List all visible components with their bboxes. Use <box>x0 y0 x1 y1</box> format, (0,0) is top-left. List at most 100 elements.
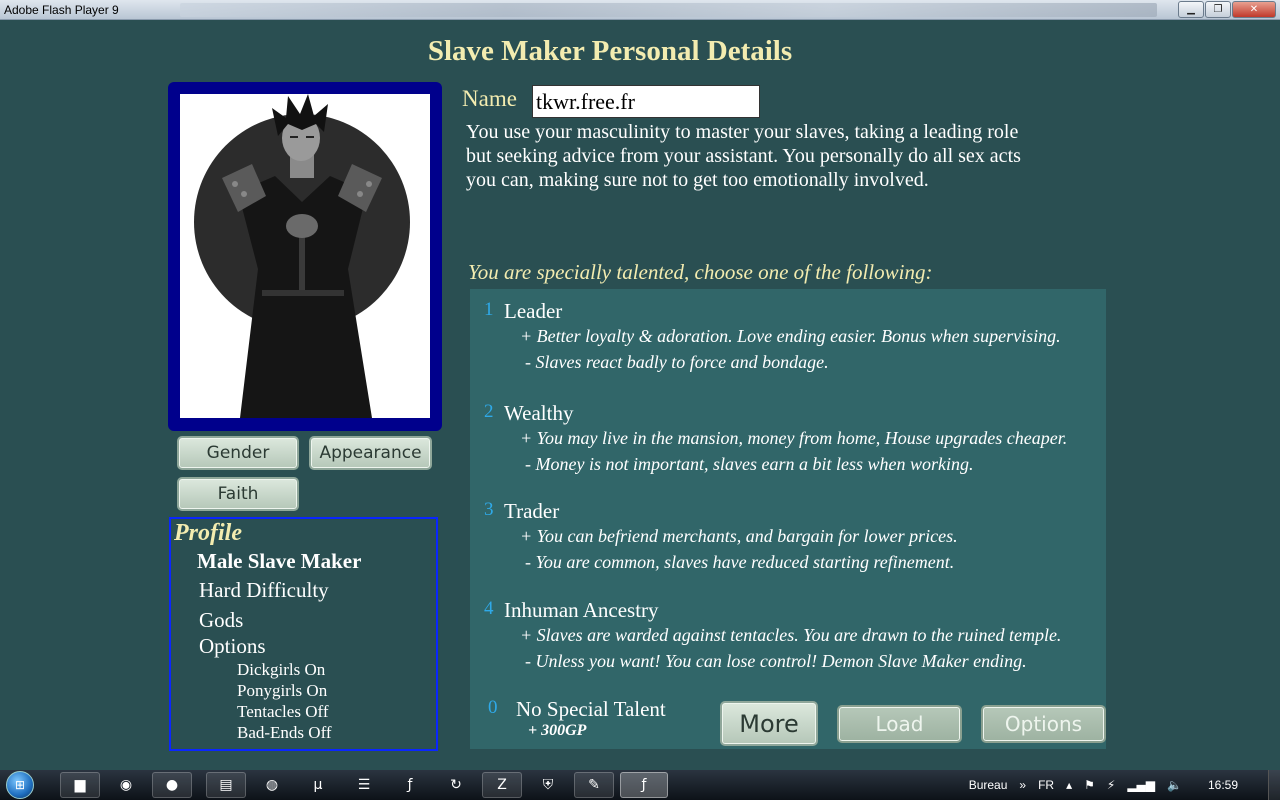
faith-button[interactable]: Faith <box>177 477 299 511</box>
folder-icon: ▆ <box>74 777 86 793</box>
window-controls: ▁ ❐ ✕ <box>1177 1 1276 18</box>
firefox-icon: ● <box>165 777 179 793</box>
talent-name: Leader <box>504 299 563 323</box>
talent-wealthy[interactable]: 2 Wealthy + You may live in the mansion,… <box>470 401 1106 481</box>
talent-number: 4 <box>484 598 494 619</box>
profile-type: Male Slave Maker <box>197 549 362 573</box>
talent-inhuman-ancestry[interactable]: 4 Inhuman Ancestry + Slaves are warded a… <box>470 598 1106 678</box>
talent-name: Wealthy <box>504 401 574 425</box>
close-icon: ✕ <box>1249 4 1259 15</box>
filezilla-icon: Z <box>497 777 507 793</box>
signal-icon[interactable]: ▂▄▆ <box>1127 778 1155 792</box>
toolbar-label[interactable]: Bureau <box>969 778 1008 792</box>
profile-gods: Gods <box>199 608 244 632</box>
profile-option-tentacles: Tentacles Off <box>237 702 329 721</box>
notepad-icon: ▤ <box>219 777 233 793</box>
window-title: Adobe Flash Player 9 <box>4 2 119 17</box>
talent-none[interactable]: 0 No Special Talent + 300GP <box>470 697 710 747</box>
taskbar-file-manager[interactable]: ☰ <box>344 772 384 798</box>
profile-option-bad-ends: Bad-Ends Off <box>237 723 332 742</box>
tray-expand-icon[interactable]: ▴ <box>1066 778 1072 792</box>
talent-bonus: + You can befriend merchants, and bargai… <box>520 526 958 546</box>
minimize-icon: ▁ <box>1187 4 1195 15</box>
taskbar-network[interactable]: ◍ <box>252 772 292 798</box>
close-button[interactable]: ✕ <box>1232 1 1276 18</box>
portrait-frame <box>168 82 442 431</box>
language-indicator[interactable]: FR <box>1038 778 1054 792</box>
taskbar-utorrent[interactable]: µ <box>298 772 338 798</box>
utorrent-icon: µ <box>313 777 323 793</box>
talent-panel: 1 Leader + Better loyalty & adoration. L… <box>470 289 1106 749</box>
talent-trader[interactable]: 3 Trader + You can befriend merchants, a… <box>470 499 1106 579</box>
taskbar: ⊞ ▆ ◉ ● ▤ ◍ µ ☰ ƒ ↻ Z ⛨ ✎ ƒ Bureau » FR … <box>0 770 1280 800</box>
shield-icon: ⛨ <box>542 777 554 793</box>
more-button[interactable]: More <box>720 701 818 746</box>
talent-bonus: + Slaves are warded against tentacles. Y… <box>520 625 1062 645</box>
paint-icon: ✎ <box>588 777 600 793</box>
title-bar-tabs <box>180 2 1157 17</box>
taskbar-flash[interactable]: ƒ <box>390 772 430 798</box>
options-button[interactable]: Options <box>981 705 1106 743</box>
flash-player-icon: ƒ <box>641 777 647 793</box>
talent-penalty: - Slaves react badly to force and bondag… <box>525 352 829 372</box>
talent-number: 1 <box>484 299 494 320</box>
talent-number: 3 <box>484 499 494 520</box>
character-description: You use your masculinity to master your … <box>466 120 1086 192</box>
profile-title: Profile <box>174 520 242 546</box>
taskbar-filezilla[interactable]: Z <box>482 772 522 798</box>
game-area: Slave Maker Personal Details Gender Appe… <box>0 21 1280 770</box>
taskbar-shield[interactable]: ⛨ <box>528 772 568 798</box>
maximize-button[interactable]: ❐ <box>1205 1 1231 18</box>
clock[interactable]: 16:59 <box>1208 778 1238 792</box>
talent-name: No Special Talent <box>516 697 666 721</box>
power-icon[interactable]: ⚡ <box>1107 778 1115 792</box>
taskbar-avast[interactable]: ◉ <box>106 772 146 798</box>
taskbar-explorer[interactable]: ▆ <box>60 772 100 798</box>
description-line: but seeking advice from your assistant. … <box>466 145 1021 167</box>
talent-bonus: + You may live in the mansion, money fro… <box>520 428 1068 448</box>
action-center-flag-icon[interactable]: ⚑ <box>1084 778 1095 792</box>
taskbar-firefox[interactable]: ● <box>152 772 192 798</box>
talent-name: Inhuman Ancestry <box>504 598 659 622</box>
profile-option-ponygirls: Ponygirls On <box>237 681 328 700</box>
appearance-button[interactable]: Appearance <box>309 436 432 470</box>
taskbar-notepad[interactable]: ▤ <box>206 772 246 798</box>
gender-button[interactable]: Gender <box>177 436 299 470</box>
load-button[interactable]: Load <box>837 705 962 743</box>
talent-number: 2 <box>484 401 494 422</box>
character-portrait-image <box>180 94 430 418</box>
show-desktop-button[interactable] <box>1268 770 1280 800</box>
volume-icon[interactable]: 🔈 <box>1167 778 1182 792</box>
profile-option-dickgirls: Dickgirls On <box>237 660 326 679</box>
talent-prompt: You are specially talented, choose one o… <box>468 260 933 284</box>
file-manager-icon: ☰ <box>357 777 371 793</box>
talent-penalty: - You are common, slaves have reduced st… <box>525 552 955 572</box>
windows-logo-icon: ⊞ <box>6 771 34 799</box>
description-line: you can, making sure not to get too emot… <box>466 169 929 191</box>
name-input[interactable] <box>532 85 760 118</box>
avast-icon: ◉ <box>119 777 133 793</box>
taskbar-flash-player[interactable]: ƒ <box>620 772 668 798</box>
system-tray: Bureau » FR ▴ ⚑ ⚡ ▂▄▆ 🔈 16:59 <box>969 770 1280 800</box>
character-portrait <box>180 94 430 418</box>
profile-panel: Profile Male Slave Maker Hard Difficulty… <box>169 517 438 751</box>
talent-bonus: + 300GP <box>528 722 587 739</box>
restore-icon: ❐ <box>1213 4 1223 15</box>
taskbar-paint[interactable]: ✎ <box>574 772 614 798</box>
taskbar-refresh[interactable]: ↻ <box>436 772 476 798</box>
talent-leader[interactable]: 1 Leader + Better loyalty & adoration. L… <box>470 299 1106 379</box>
talent-name: Trader <box>504 499 560 523</box>
profile-difficulty: Hard Difficulty <box>199 578 329 602</box>
talent-bonus: + Better loyalty & adoration. Love endin… <box>520 326 1061 346</box>
profile-options-label: Options <box>199 634 266 658</box>
start-button[interactable]: ⊞ <box>0 770 40 800</box>
refresh-icon: ↻ <box>450 777 462 793</box>
window-title-bar: Adobe Flash Player 9 ▁ ❐ ✕ <box>0 0 1280 20</box>
description-line: You use your masculinity to master your … <box>466 121 1019 143</box>
chevron-icon[interactable]: » <box>1019 778 1026 792</box>
flash-icon: ƒ <box>407 777 413 793</box>
talent-penalty: - Unless you want! You can lose control!… <box>525 651 1027 671</box>
minimize-button[interactable]: ▁ <box>1178 1 1204 18</box>
talent-number: 0 <box>488 697 498 718</box>
network-icon: ◍ <box>265 777 279 793</box>
